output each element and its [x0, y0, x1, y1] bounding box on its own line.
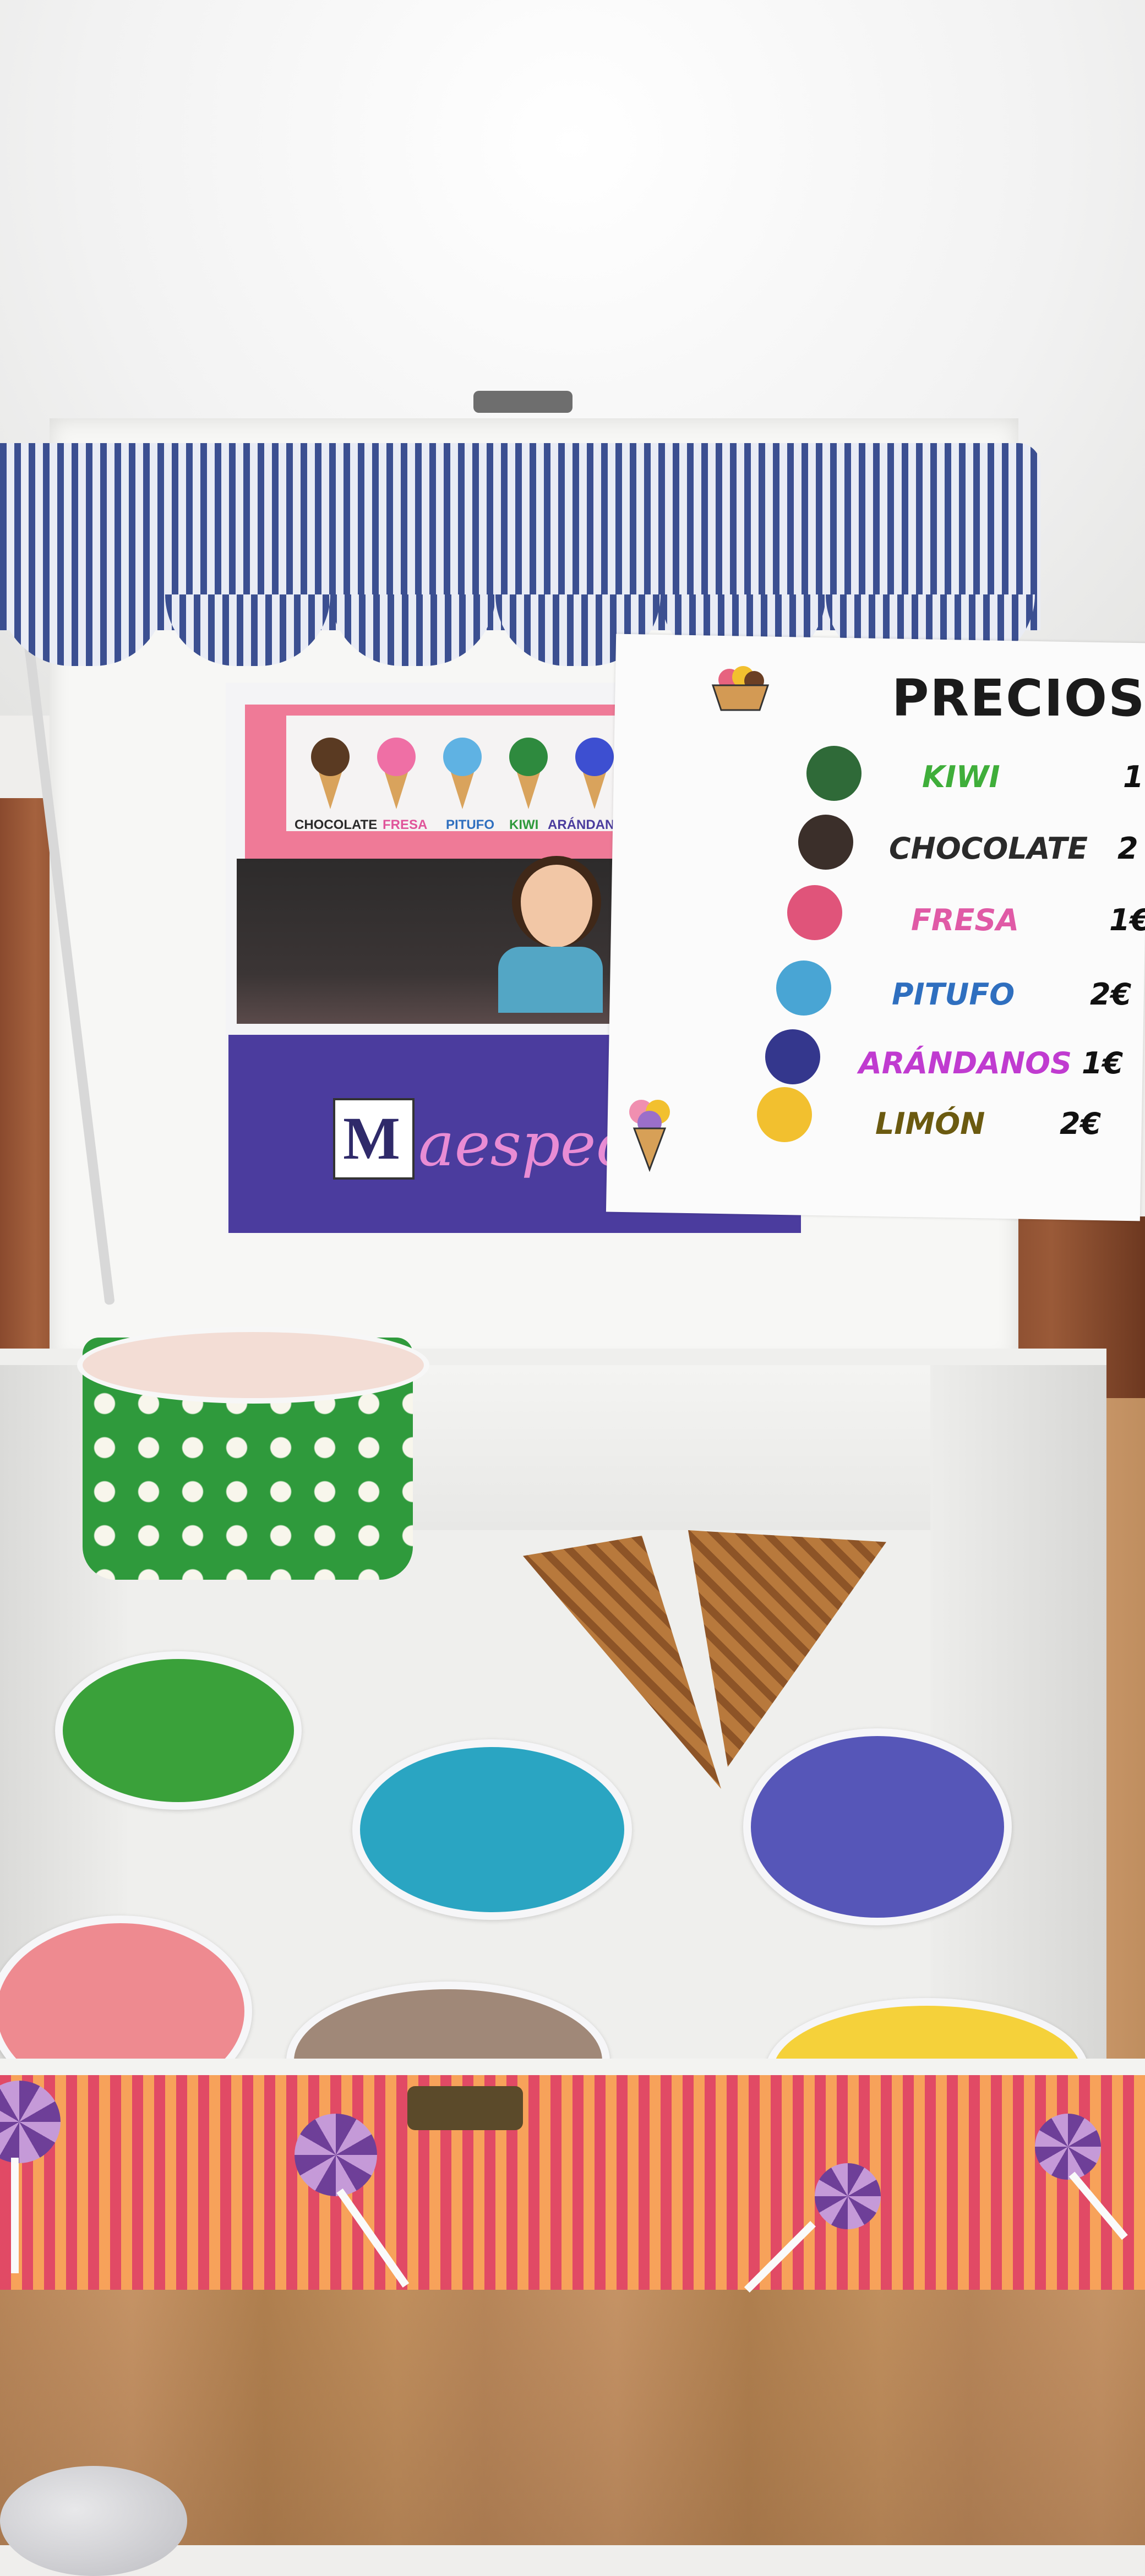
cup-rim — [77, 1327, 429, 1404]
flavor-price: 2€ — [1090, 977, 1132, 1012]
flavor-color-dot — [765, 1029, 820, 1084]
box-front-panel — [0, 2059, 1145, 2290]
blue-disc[interactable] — [352, 1739, 632, 1920]
flavor-color-dot — [787, 885, 842, 940]
scoop-icon — [377, 738, 416, 776]
scoop-icon — [509, 738, 548, 776]
avatar-head — [512, 856, 601, 947]
flavor-color-dot — [776, 960, 831, 1016]
scoop-icon — [311, 738, 350, 776]
flavor-name: KIWI — [922, 760, 1000, 794]
avatar-body — [498, 947, 603, 1013]
lollipop-icon — [815, 2163, 881, 2229]
ice-cream-cone-icon — [629, 1100, 670, 1172]
box-right-wall — [930, 1365, 1106, 2081]
cone-icon — [582, 771, 607, 809]
flavor-name: LIMÓN — [875, 1106, 985, 1141]
flavor-price: 1€ — [1109, 903, 1145, 937]
cone-icon — [516, 771, 541, 809]
flavor-name: PITUFO — [892, 977, 1015, 1012]
green-disc[interactable] — [55, 1651, 302, 1810]
flavor-color-dot — [757, 1087, 812, 1142]
flavor-price: 1€ — [1082, 1046, 1124, 1080]
flavor-name: CHOCOLATE — [889, 831, 1088, 866]
bottom-left-object — [0, 2466, 187, 2576]
flavor-price: 2€ — [1060, 1106, 1102, 1141]
poster-flavor-label: PITUFO — [446, 817, 494, 832]
flavor-name: FRESA — [911, 903, 1019, 937]
flavor-color-dot — [806, 746, 862, 801]
flavor-price: 1 — [1123, 760, 1144, 794]
cone-icon — [384, 771, 408, 809]
scoop-icon — [575, 738, 614, 776]
cone-icon — [450, 771, 475, 809]
top-latch — [473, 391, 572, 413]
box-front-rim — [0, 2059, 1145, 2075]
flavor-name: ARÁNDANOS — [859, 1046, 1072, 1080]
lollipop-stick — [11, 2158, 19, 2273]
lollipop-icon — [1035, 2114, 1101, 2180]
flavor-color-dot — [798, 815, 853, 870]
poster-flavor-label: KIWI — [509, 817, 539, 832]
logo-letter: M — [343, 1105, 400, 1172]
lollipop-icon — [295, 2114, 377, 2196]
scoop-icon — [443, 738, 482, 776]
box-clasp[interactable] — [407, 2086, 523, 2130]
poster-flavor-label: FRESA — [383, 817, 428, 832]
flavor-price: 2 — [1117, 831, 1138, 866]
poster-flavor-label: CHOCOLATE — [295, 817, 378, 832]
price-sign-title: PRECIOS — [892, 669, 1145, 728]
purple-disc[interactable] — [743, 1728, 1012, 1925]
ice-cream-bowl-icon — [711, 666, 770, 711]
cone-icon — [318, 771, 342, 809]
